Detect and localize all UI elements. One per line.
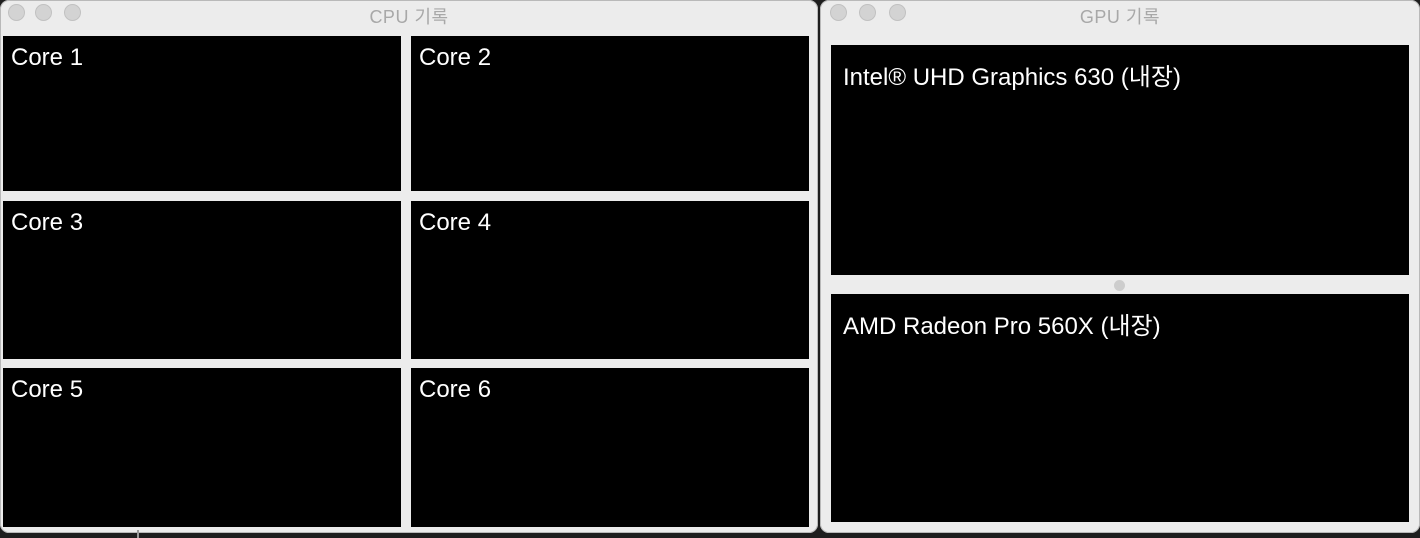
amd-gpu-panel: AMD Radeon Pro 560X (내장) (831, 294, 1409, 522)
gpu-window-title: GPU 기록 (1079, 7, 1161, 27)
core-5-panel: Core 5 (3, 368, 401, 527)
background-divider (137, 530, 139, 538)
core-2-label: Core 2 (419, 44, 492, 71)
gpu-window-titlebar[interactable]: GPU 기록 (820, 0, 1420, 28)
core-3-panel: Core 3 (3, 201, 401, 359)
core-1-label: Core 1 (11, 44, 84, 71)
core-5-label: Core 5 (11, 376, 84, 403)
gpu-history-window[interactable]: GPU 기록 Intel® UHD Graphics 630 (내장) AMD … (820, 0, 1420, 533)
panel-splitter-handle[interactable] (1114, 280, 1125, 291)
cpu-window-title: CPU 기록 (369, 7, 449, 27)
intel-gpu-label: Intel® UHD Graphics 630 (내장) (843, 64, 1181, 91)
core-4-panel: Core 4 (411, 201, 809, 359)
core-4-label: Core 4 (419, 209, 492, 236)
cpu-window-titlebar[interactable]: CPU 기록 (0, 0, 818, 28)
core-6-label: Core 6 (419, 376, 492, 403)
amd-gpu-label: AMD Radeon Pro 560X (내장) (843, 313, 1161, 340)
core-6-panel: Core 6 (411, 368, 809, 527)
core-1-panel: Core 1 (3, 36, 401, 191)
core-2-panel: Core 2 (411, 36, 809, 191)
core-3-label: Core 3 (11, 209, 84, 236)
cpu-history-window[interactable]: CPU 기록 Core 1 Core 2 Core 3 Core 4 Core … (0, 0, 818, 533)
intel-gpu-panel: Intel® UHD Graphics 630 (내장) (831, 45, 1409, 275)
